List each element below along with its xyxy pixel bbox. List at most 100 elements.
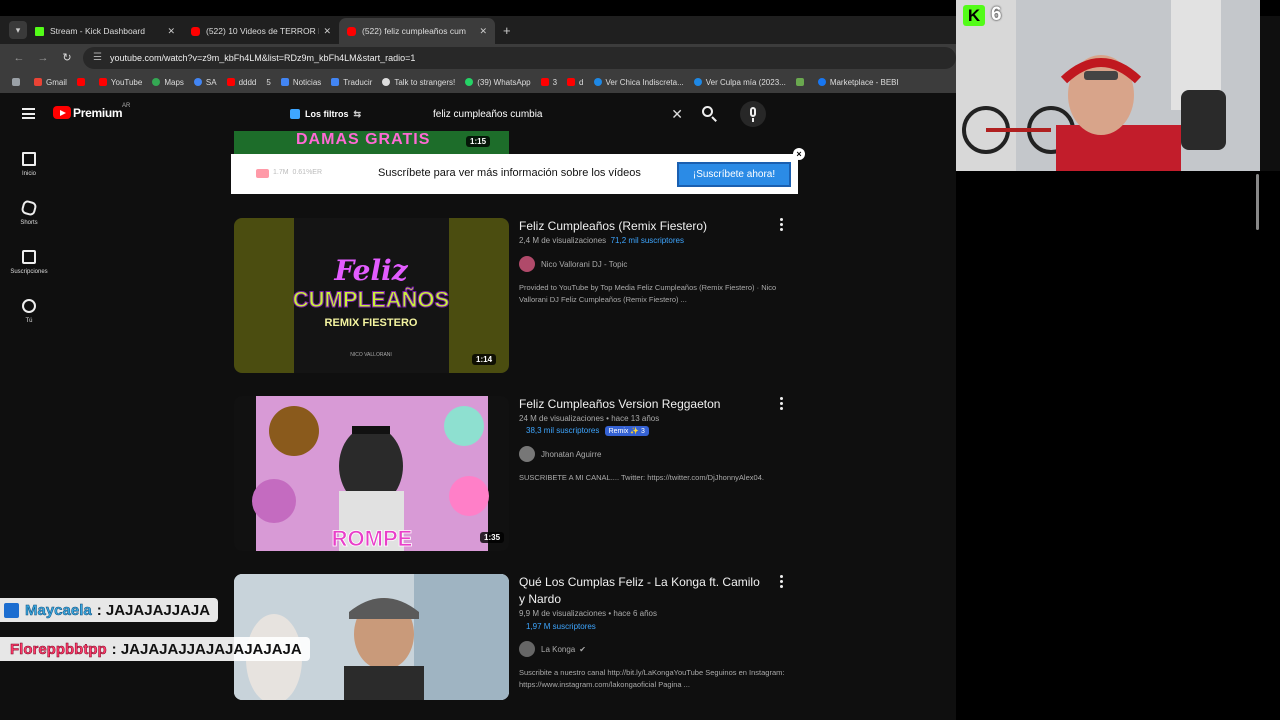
bookmark-label: 5 <box>266 77 271 87</box>
youtube-logo-icon[interactable] <box>53 106 71 119</box>
svg-text:CUMPLEAÑOS: CUMPLEAÑOS <box>293 287 449 312</box>
bookmark-gmail[interactable]: Gmail <box>34 78 67 87</box>
search-icon[interactable] <box>700 104 718 122</box>
view-count: 9,9 M de visualizaciones <box>519 609 607 618</box>
forward-icon[interactable]: → <box>31 52 55 64</box>
video-meta: 9,9 M de visualizaciones • hace 6 años <box>519 609 657 618</box>
sidebar-item-home[interactable]: Inicio <box>0 140 58 189</box>
tab-feliz-cumpleanos[interactable]: (522) feliz cumpleaños cum ✕ <box>339 18 495 44</box>
bookmark-label: Gmail <box>46 77 67 87</box>
channel-link[interactable]: La Konga ✔ <box>519 641 586 657</box>
video-meta: 2,4 M de visualizaciones 71,2 mil suscri… <box>519 236 684 245</box>
subscriptions-icon <box>22 250 36 264</box>
page-icon <box>795 78 804 86</box>
reload-icon[interactable]: ↻ <box>55 51 79 64</box>
bookmark-generic[interactable] <box>795 78 808 86</box>
bookmark-maps[interactable]: Maps <box>152 78 184 87</box>
subscribe-now-button[interactable]: ¡Suscríbete ahora! <box>677 162 791 187</box>
bookmark-label: Traducir <box>343 77 373 87</box>
close-tab-icon[interactable]: ✕ <box>479 26 487 37</box>
bookmark-chica-indiscreta[interactable]: Ver Chica Indiscreta... <box>593 78 684 87</box>
close-tab-icon[interactable]: ✕ <box>167 26 175 37</box>
bookmark-5[interactable]: 5 <box>266 78 270 87</box>
bookmark-marketplace[interactable]: Marketplace - BEBI <box>817 78 899 87</box>
video-thumbnail[interactable]: Feliz CUMPLEAÑOS REMIX FIESTERO NICO VAL… <box>234 218 509 373</box>
shorts-icon <box>20 199 38 217</box>
video-thumbnail[interactable]: ROMPE 1:35 <box>234 396 509 551</box>
bookmark-label: Ver Culpa mía (2023... <box>705 77 786 87</box>
bookmark-label: YouTube <box>110 77 143 87</box>
you-icon <box>22 299 36 313</box>
bookmark-dddd[interactable]: dddd <box>226 78 256 87</box>
tab-terror-videos[interactable]: (522) 10 Videos de TERROR EX ✕ <box>183 18 339 44</box>
video-title[interactable]: Feliz Cumpleaños (Remix Fiestero) <box>519 218 769 235</box>
bookmark-noticias[interactable]: Noticias <box>280 78 321 87</box>
sidebar-item-subscriptions[interactable]: Suscripciones <box>0 238 58 287</box>
kick-icon <box>35 26 44 36</box>
right-panel <box>956 171 1280 720</box>
movie-icon <box>593 78 602 86</box>
video-thumbnail[interactable]: DAMAS GRATIS 1:15 <box>234 131 509 154</box>
subscriber-count: 38,3 mil suscriptores <box>526 426 600 435</box>
subscribe-banner: 1.7M 0.61%ER Suscríbete para ver más inf… <box>231 154 798 194</box>
bookmark-apps[interactable] <box>12 78 24 86</box>
clear-search-icon[interactable]: ✕ <box>671 106 683 123</box>
remix-badge[interactable]: Remix ✨ 3 <box>604 426 649 436</box>
filters-button[interactable]: Los filtros ⇆ <box>290 104 361 124</box>
youtube-header: Premium AR Los filtros ⇆ ✕ <box>0 97 956 131</box>
youtube-brand[interactable]: Premium <box>73 106 123 120</box>
svg-text:ROMPE: ROMPE <box>332 526 413 551</box>
webcam-overlay <box>956 0 1260 171</box>
viewer-count: 6 <box>991 4 1002 25</box>
svg-text:REMIX FIESTERO: REMIX FIESTERO <box>325 317 418 329</box>
tab-search-icon[interactable]: ▾ <box>9 21 27 39</box>
sidebar: Inicio Shorts Suscripciones Tú <box>0 140 58 336</box>
duration-badge: 1:14 <box>472 354 497 365</box>
bookmark-talk-to-strangers[interactable]: Talk to strangers! <box>382 78 455 87</box>
bookmark-3[interactable]: 3 <box>540 77 558 87</box>
chat-text: : JAJAJAJJAJAJAJAJAJA <box>111 640 302 658</box>
banner-text: Suscríbete para ver más información sobr… <box>378 167 641 179</box>
bookmark-culpa-mia[interactable]: Ver Culpa mía (2023... <box>693 77 786 87</box>
video-title[interactable]: Feliz Cumpleaños Version Reggaeton <box>519 396 769 413</box>
channel-name: Nico Vallorani DJ - Topic <box>541 259 628 269</box>
bookmark-whatsapp[interactable]: (39) WhatsApp <box>465 78 531 87</box>
new-tab-icon[interactable]: + <box>503 23 511 38</box>
mic-icon[interactable] <box>740 101 766 127</box>
chat-icon <box>382 78 391 86</box>
kick-viewer-badge: K 6 <box>963 4 1002 26</box>
back-icon[interactable]: ← <box>7 52 31 64</box>
bookmark-label: Maps <box>164 77 184 87</box>
browser-tab-strip: ▾ Stream - Kick Dashboard ✕ (522) 10 Vid… <box>0 16 956 44</box>
channel-link[interactable]: Nico Vallorani DJ - Topic <box>519 256 627 272</box>
scrollbar[interactable] <box>1256 174 1259 230</box>
play-icon <box>256 169 269 178</box>
address-bar[interactable]: ☰ youtube.com/watch?v=z9m_kbFh4LM&list=R… <box>83 46 956 69</box>
bookmark-traducir[interactable]: Traducir <box>331 78 372 87</box>
video-title[interactable]: Qué Los Cumplas Feliz - La Konga ft. Cam… <box>519 574 769 608</box>
bookmark-label: 3 <box>552 77 558 87</box>
site-info-icon[interactable]: ☰ <box>93 52 102 63</box>
more-options-icon[interactable] <box>780 218 784 233</box>
bookmark-d[interactable]: d <box>567 78 584 87</box>
more-options-icon[interactable] <box>780 397 784 412</box>
close-tab-icon[interactable]: ✕ <box>323 26 331 37</box>
sidebar-item-shorts[interactable]: Shorts <box>0 189 58 238</box>
more-options-icon[interactable] <box>780 575 784 590</box>
bookmark-youtube[interactable]: YouTube <box>98 77 143 87</box>
maps-icon <box>152 78 161 86</box>
tab-kick-dashboard[interactable]: Stream - Kick Dashboard ✕ <box>27 18 183 44</box>
video-description: Provided to YouTube by Top Media Feliz C… <box>519 283 777 304</box>
bookmark-sa[interactable]: SA <box>193 78 217 87</box>
sidebar-item-you[interactable]: Tú <box>0 287 58 336</box>
youtube-icon <box>540 78 549 86</box>
home-icon <box>22 152 36 166</box>
close-icon[interactable]: × <box>793 148 805 160</box>
chat-text: : JAJAJAJJAJA <box>96 601 211 619</box>
search-input[interactable] <box>425 108 655 120</box>
menu-icon[interactable] <box>22 108 35 119</box>
channel-link[interactable]: Jhonatan Aguirre <box>519 446 602 462</box>
thumbnail-text: DAMAS GRATIS <box>296 131 431 148</box>
url-text: youtube.com/watch?v=z9m_kbFh4LM&list=RDz… <box>109 52 416 63</box>
bookmark-yt-1[interactable] <box>76 78 89 86</box>
